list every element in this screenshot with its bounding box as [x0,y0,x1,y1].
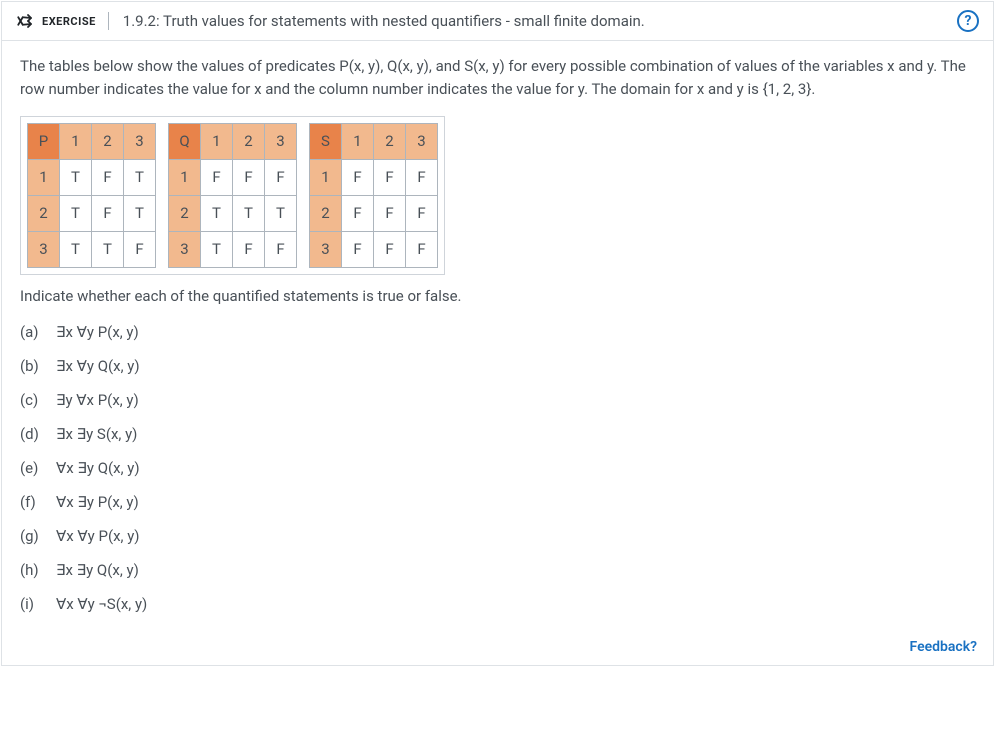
table-corner: Q [169,123,201,159]
col-header: 3 [406,123,438,159]
table-cell: T [124,195,156,231]
row-header: 3 [28,231,60,267]
table-cell: F [233,159,265,195]
table-corner: P [28,123,60,159]
question-text: ∀x ∀y ¬S(x, y) [56,595,147,613]
question-item: (i) ∀x ∀y ¬S(x, y) [20,587,975,621]
predicate-table-S: S1231FFF2FFF3FFF [309,123,438,268]
question-text: ∃x ∃y S(x, y) [56,425,137,443]
question-text: ∃x ∀y Q(x, y) [56,357,140,375]
table-cell: F [374,195,406,231]
col-header: 2 [92,123,124,159]
table-cell: T [233,195,265,231]
row-header: 2 [28,195,60,231]
table-cell: F [342,159,374,195]
question-item: (f) ∀x ∃y P(x, y) [20,485,975,519]
question-label: (f) [20,493,42,511]
table-cell: T [60,231,92,267]
row-header: 1 [28,159,60,195]
exercise-title: 1.9.2: Truth values for statements with … [123,12,957,30]
question-text: ∃x ∀y P(x, y) [56,323,139,341]
feedback-link[interactable]: Feedback? [910,639,977,655]
table-cell: F [406,159,438,195]
exercise-header: EXERCISE 1.9.2: Truth values for stateme… [2,2,993,41]
feedback-row: Feedback? [2,631,993,665]
row-header: 2 [310,195,342,231]
predicate-tables: P1231TFT2TFT3TTFQ1231FFF2TTT3TFFS1231FFF… [20,116,445,275]
question-label: (d) [20,425,42,443]
table-cell: T [265,195,297,231]
question-text: ∀x ∀y P(x, y) [56,527,140,545]
question-label: (b) [20,357,42,375]
table-cell: F [124,231,156,267]
question-item: (g) ∀x ∀y P(x, y) [20,519,975,553]
col-header: 1 [60,123,92,159]
exercise-badge-text: EXERCISE [42,15,96,28]
question-text: ∀x ∃y Q(x, y) [56,459,140,477]
table-cell: F [201,159,233,195]
table-cell: F [406,231,438,267]
table-cell: F [342,231,374,267]
question-item: (c) ∃y ∀x P(x, y) [20,383,975,417]
table-cell: T [201,231,233,267]
col-header: 3 [124,123,156,159]
table-cell: T [92,231,124,267]
col-header: 2 [233,123,265,159]
exercise-card: EXERCISE 1.9.2: Truth values for stateme… [1,1,994,666]
col-header: 1 [201,123,233,159]
table-cell: F [265,159,297,195]
question-label: (i) [20,595,42,613]
table-cell: T [60,159,92,195]
row-header: 3 [310,231,342,267]
exercise-intro: The tables below show the values of pred… [20,55,975,102]
question-label: (a) [20,323,42,341]
row-header: 3 [169,231,201,267]
table-corner: S [310,123,342,159]
shuffle-icon [16,12,34,30]
question-text: ∃x ∃y Q(x, y) [56,561,139,579]
table-cell: F [92,159,124,195]
question-label: (h) [20,561,42,579]
question-item: (h) ∃x ∃y Q(x, y) [20,553,975,587]
col-header: 1 [342,123,374,159]
question-item: (b) ∃x ∀y Q(x, y) [20,349,975,383]
question-prompt: Indicate whether each of the quantified … [20,287,975,305]
table-cell: F [374,159,406,195]
row-header: 2 [169,195,201,231]
col-header: 3 [265,123,297,159]
table-cell: F [374,231,406,267]
exercise-body: The tables below show the values of pred… [2,41,993,631]
question-list: (a) ∃x ∀y P(x, y) (b) ∃x ∀y Q(x, y) (c) ∃y ∀x… [20,315,975,621]
table-cell: T [60,195,92,231]
question-item: (a) ∃x ∀y P(x, y) [20,315,975,349]
table-cell: T [201,195,233,231]
question-label: (c) [20,391,42,409]
question-label: (e) [20,459,42,477]
table-cell: F [92,195,124,231]
table-cell: T [124,159,156,195]
table-cell: F [233,231,265,267]
row-header: 1 [169,159,201,195]
predicate-table-P: P1231TFT2TFT3TTF [27,123,156,268]
table-cell: F [342,195,374,231]
table-cell: F [265,231,297,267]
help-icon[interactable]: ? [957,10,979,32]
table-cell: F [406,195,438,231]
question-item: (d) ∃x ∃y S(x, y) [20,417,975,451]
question-text: ∃y ∀x P(x, y) [56,391,139,409]
row-header: 1 [310,159,342,195]
exercise-badge: EXERCISE [16,12,109,30]
col-header: 2 [374,123,406,159]
question-text: ∀x ∃y P(x, y) [56,493,139,511]
question-item: (e) ∀x ∃y Q(x, y) [20,451,975,485]
predicate-table-Q: Q1231FFF2TTT3TFF [168,123,297,268]
question-label: (g) [20,527,42,545]
